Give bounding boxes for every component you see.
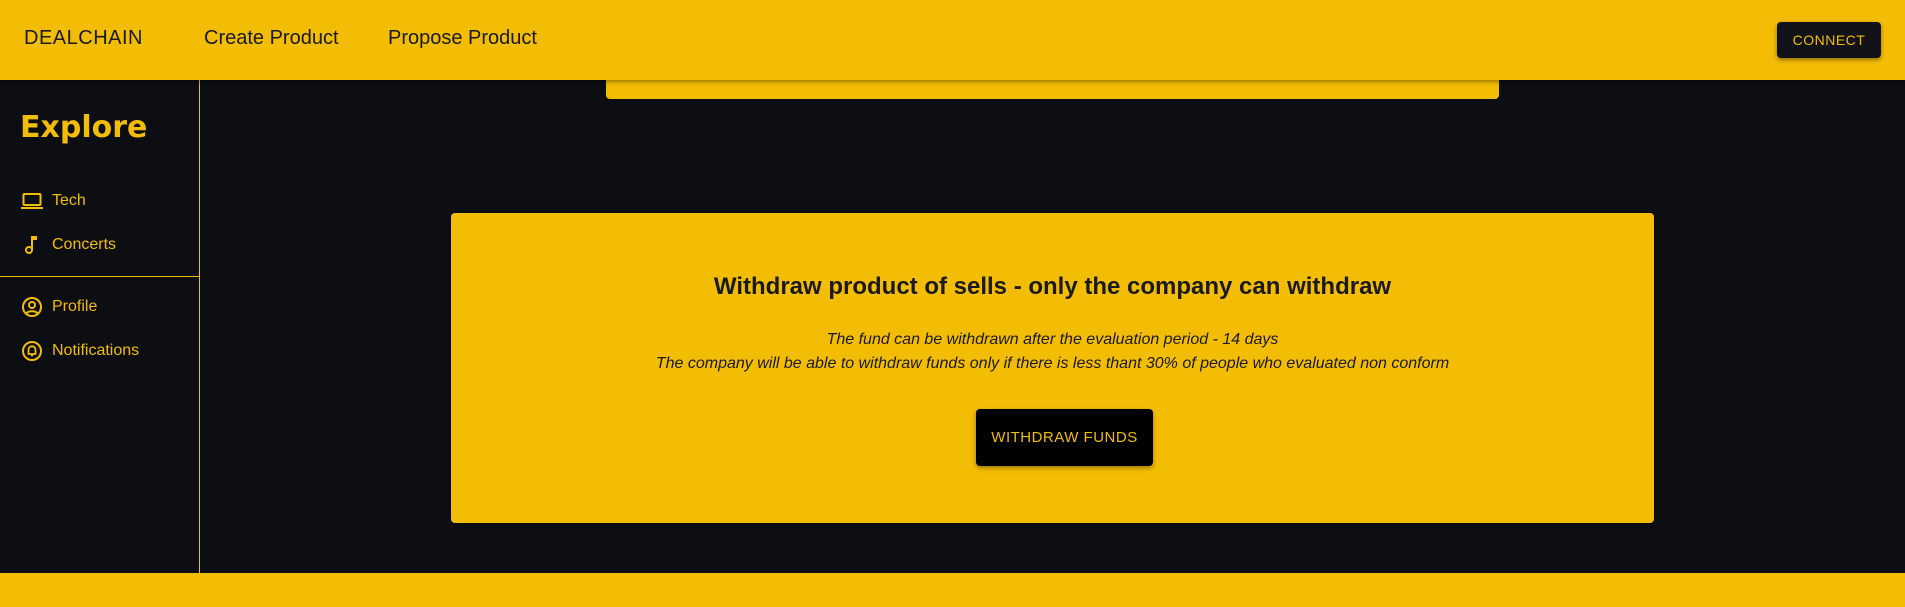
top-app-bar: DEALCHAIN Create Product Propose Product… <box>0 0 1905 80</box>
footer-bar <box>0 573 1905 607</box>
brand-logo[interactable]: DEALCHAIN <box>24 27 143 50</box>
connect-button[interactable]: CONNECT <box>1777 22 1881 58</box>
music-note-icon <box>20 233 44 257</box>
sidebar: Explore Tech Concerts Profile Notificati… <box>0 80 200 573</box>
laptop-icon <box>20 189 44 213</box>
sidebar-divider <box>0 276 199 277</box>
withdraw-info-condition: The company will be able to withdraw fun… <box>655 355 1450 372</box>
sidebar-item-label: Concerts <box>52 236 117 253</box>
sidebar-item-tech[interactable]: Tech <box>20 186 86 216</box>
withdraw-info-period: The fund can be withdrawn after the eval… <box>826 331 1279 348</box>
sidebar-item-label: Notifications <box>52 342 140 359</box>
sidebar-item-notifications[interactable]: Notifications <box>20 336 139 366</box>
nav-propose-product[interactable]: Propose Product <box>388 27 537 50</box>
withdraw-card: Withdraw product of sells - only the com… <box>451 213 1654 523</box>
nav-create-product[interactable]: Create Product <box>204 27 339 50</box>
bell-circle-icon <box>20 339 44 363</box>
sidebar-item-concerts[interactable]: Concerts <box>20 230 116 260</box>
sidebar-item-profile[interactable]: Profile <box>20 292 97 322</box>
withdraw-card-title: Withdraw product of sells - only the com… <box>713 273 1392 300</box>
account-circle-icon <box>20 295 44 319</box>
withdraw-funds-button[interactable]: WITHDRAW FUNDS <box>976 409 1153 466</box>
sidebar-item-label: Tech <box>52 192 86 209</box>
sidebar-item-label: Profile <box>52 298 98 315</box>
sidebar-title: Explore <box>20 110 148 145</box>
